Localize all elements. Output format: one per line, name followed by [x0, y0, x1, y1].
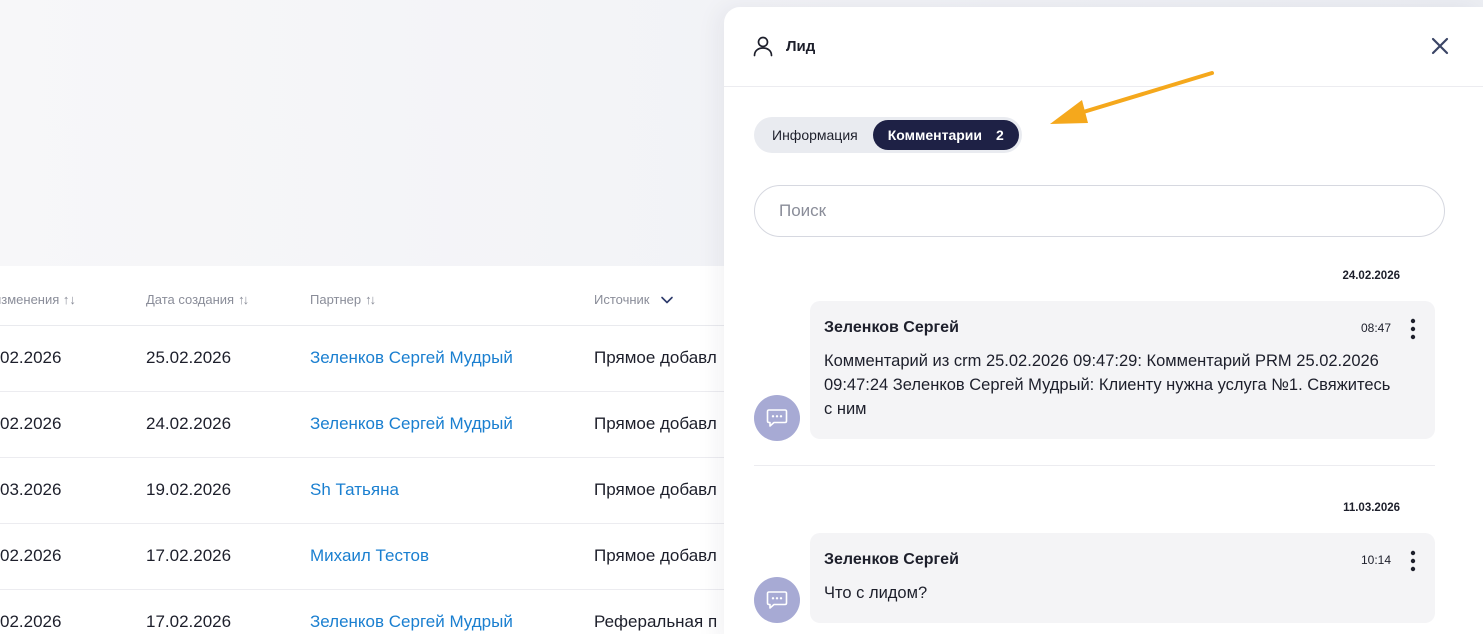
more-vertical-icon[interactable] [1409, 550, 1417, 572]
comments-count-badge: 2 [996, 127, 1004, 143]
divider [754, 465, 1435, 466]
cell-source: Прямое добавл [594, 348, 717, 367]
tab-information[interactable]: Информация [757, 120, 873, 150]
comment-time: 08:47 [1360, 321, 1391, 335]
cell-created: 17.02.2026 [146, 612, 232, 631]
comment-author: Зеленков Сергей [824, 319, 959, 336]
close-icon[interactable] [1428, 34, 1452, 58]
cell-modified: 03.2026 [0, 480, 62, 499]
cell-modified: 02.2026 [0, 348, 62, 367]
date-separator: 11.03.2026 [1343, 502, 1400, 514]
column-header-modified[interactable]: изменения ↑↓ [0, 292, 76, 307]
comment-bubble: Зеленков Сергей 10:14 Что с лидом? [810, 533, 1435, 623]
cell-modified: 02.2026 [0, 612, 62, 631]
chevron-down-icon[interactable] [660, 293, 674, 307]
cell-source: Прямое добавл [594, 414, 717, 433]
comment-icon [766, 409, 788, 427]
annotation-arrow [1050, 71, 1214, 124]
drawer-tabs: Информация Комментарии 2 [754, 117, 1022, 153]
date-separator: 24.02.2026 [1342, 270, 1400, 282]
comments-search-input[interactable] [754, 185, 1445, 237]
cell-created: 17.02.2026 [146, 546, 232, 565]
comment-text: Что с лидом? [824, 584, 928, 602]
cell-modified: 02.2026 [0, 414, 62, 433]
cell-created: 24.02.2026 [146, 414, 232, 433]
column-header-created[interactable]: Дата создания ↑↓ [146, 292, 249, 307]
cell-source: Прямое добавл [594, 546, 717, 565]
tab-comments[interactable]: Комментарии 2 [872, 120, 1019, 150]
sort-icon[interactable]: ↑↓ [365, 292, 376, 307]
comment-icon [766, 591, 788, 609]
drawer-title: Лид [786, 38, 816, 55]
partner-link[interactable]: Sh Татьяна [310, 480, 399, 500]
partner-link[interactable]: Михаил Тестов [310, 546, 429, 566]
lead-drawer: Лид Информация Комментарии 2 24.02.2026 … [724, 7, 1483, 634]
comment-author: Зеленков Сергей [824, 551, 959, 568]
sort-icon[interactable]: ↑↓ [238, 292, 249, 307]
comment-bubble: Зеленков Сергей 08:47 Комментарий из crm… [810, 301, 1435, 439]
user-icon [753, 36, 773, 57]
comment-time: 10:14 [1360, 553, 1391, 567]
cell-source: Реферальная п [594, 612, 718, 631]
cell-created: 19.02.2026 [146, 480, 232, 499]
comment-avatar [754, 577, 800, 623]
cell-source: Прямое добавл [594, 480, 717, 499]
column-header-source[interactable]: Источник [594, 292, 674, 307]
cell-created: 25.02.2026 [146, 348, 232, 367]
partner-link[interactable]: Зеленков Сергей Мудрый [310, 348, 513, 368]
column-header-partner[interactable]: Партнер ↑↓ [310, 292, 376, 307]
comment-avatar [754, 395, 800, 441]
partner-link[interactable]: Зеленков Сергей Мудрый [310, 612, 513, 632]
more-vertical-icon[interactable] [1409, 318, 1417, 340]
comment-text: Комментарий из crm 25.02.2026 09:47:29: … [824, 352, 1391, 418]
partner-link[interactable]: Зеленков Сергей Мудрый [310, 414, 513, 434]
cell-modified: 02.2026 [0, 546, 62, 565]
